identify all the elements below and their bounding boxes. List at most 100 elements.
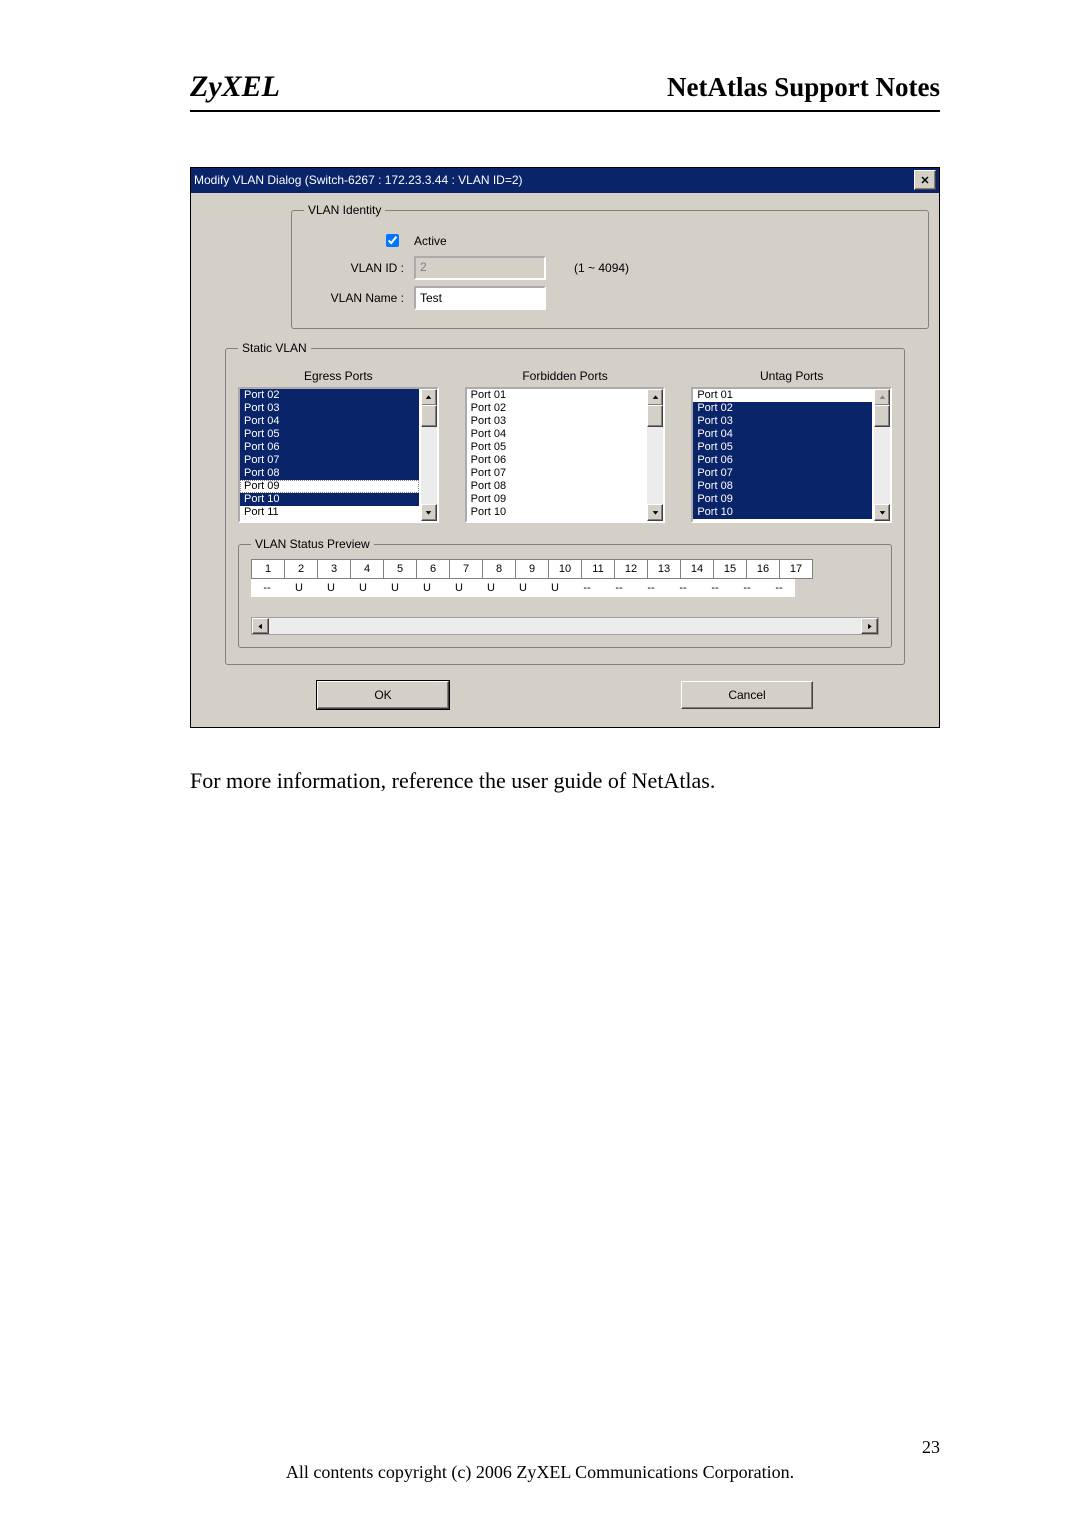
list-item[interactable]: Port 02 xyxy=(693,402,872,415)
scroll-thumb[interactable] xyxy=(421,405,437,427)
preview-port: 7 xyxy=(450,560,483,579)
preview-port: 15 xyxy=(714,560,747,579)
list-item[interactable]: Port 07 xyxy=(467,467,646,480)
untag-listbox[interactable]: Port 01Port 02Port 03Port 04Port 05Port … xyxy=(691,387,892,523)
page-number: 23 xyxy=(922,1437,940,1458)
scroll-right-icon[interactable] xyxy=(861,618,878,634)
list-item[interactable]: Port 05 xyxy=(693,441,872,454)
dialog-titlebar[interactable]: Modify VLAN Dialog (Switch-6267 : 172.23… xyxy=(191,168,939,193)
list-item[interactable]: Port 08 xyxy=(693,480,872,493)
forbidden-header: Forbidden Ports xyxy=(465,369,666,383)
static-vlan-group: Static VLAN Egress Ports Port 02Port 03P… xyxy=(225,341,905,665)
preview-status-cell: -- xyxy=(635,579,667,597)
list-item[interactable]: Port 05 xyxy=(240,428,419,441)
preview-status-cell: U xyxy=(507,579,539,597)
preview-status-cell: U xyxy=(411,579,443,597)
preview-port: 3 xyxy=(318,560,351,579)
preview-status-cell: U xyxy=(283,579,315,597)
scroll-up-icon[interactable] xyxy=(421,389,437,406)
preview-status-cell: -- xyxy=(251,579,283,597)
preview-hscroll[interactable] xyxy=(251,617,879,635)
list-item[interactable]: Port 06 xyxy=(467,454,646,467)
vlan-id-input: 2 xyxy=(414,256,546,280)
preview-status-cell: U xyxy=(539,579,571,597)
preview-status-cell: U xyxy=(475,579,507,597)
vlan-name-label: VLAN Name : xyxy=(304,291,404,305)
list-item[interactable]: Port 07 xyxy=(693,467,872,480)
preview-grid: 1234567891011121314151617 xyxy=(251,559,813,579)
list-item[interactable]: Port 09 xyxy=(467,493,646,506)
list-item[interactable]: Port 04 xyxy=(693,428,872,441)
list-item[interactable]: Port 10 xyxy=(693,506,872,519)
list-item[interactable]: Port 02 xyxy=(467,402,646,415)
untag-scrollbar[interactable] xyxy=(874,389,890,521)
preview-status-cell: U xyxy=(379,579,411,597)
forbidden-scrollbar[interactable] xyxy=(647,389,663,521)
close-button[interactable]: ✕ xyxy=(914,170,936,190)
list-item[interactable]: Port 08 xyxy=(240,467,419,480)
preview-status-cell: -- xyxy=(699,579,731,597)
list-item[interactable]: Port 04 xyxy=(240,415,419,428)
list-item[interactable]: Port 08 xyxy=(467,480,646,493)
list-item[interactable]: Port 03 xyxy=(467,415,646,428)
preview-port: 8 xyxy=(483,560,516,579)
preview-status: --UUUUUUUUU-------------- xyxy=(251,579,795,597)
preview-port: 16 xyxy=(747,560,780,579)
copyright: All contents copyright (c) 2006 ZyXEL Co… xyxy=(0,1462,1080,1483)
forbidden-listbox[interactable]: Port 01Port 02Port 03Port 04Port 05Port … xyxy=(465,387,666,523)
list-item[interactable]: Port 10 xyxy=(467,506,646,519)
list-item[interactable]: Port 06 xyxy=(240,441,419,454)
vlan-identity-group: VLAN Identity Active VLAN ID : 2 (1 ~ 40… xyxy=(291,203,929,329)
preview-port: 11 xyxy=(582,560,615,579)
scroll-down-icon[interactable] xyxy=(874,504,890,521)
vlan-identity-legend: VLAN Identity xyxy=(304,203,385,217)
scroll-up-icon[interactable] xyxy=(874,389,890,406)
static-vlan-legend: Static VLAN xyxy=(238,341,311,355)
scroll-thumb[interactable] xyxy=(647,405,663,427)
list-item[interactable]: Port 11 xyxy=(240,506,419,519)
list-item[interactable]: Port 05 xyxy=(467,441,646,454)
page-title: NetAtlas Support Notes xyxy=(667,72,940,103)
preview-port: 4 xyxy=(351,560,384,579)
caption-text: For more information, reference the user… xyxy=(190,768,940,794)
preview-status-cell: U xyxy=(347,579,379,597)
scroll-thumb[interactable] xyxy=(874,405,890,427)
list-item[interactable]: Port 06 xyxy=(693,454,872,467)
preview-port: 6 xyxy=(417,560,450,579)
egress-scrollbar[interactable] xyxy=(421,389,437,521)
active-label: Active xyxy=(414,234,447,248)
vlan-id-range: (1 ~ 4094) xyxy=(574,261,629,275)
scroll-left-icon[interactable] xyxy=(252,618,269,634)
scroll-track[interactable] xyxy=(269,618,861,634)
list-item[interactable]: Port 03 xyxy=(693,415,872,428)
scroll-up-icon[interactable] xyxy=(647,389,663,406)
preview-port: 5 xyxy=(384,560,417,579)
list-item[interactable]: Port 10 xyxy=(240,493,419,506)
list-item[interactable]: Port 01 xyxy=(693,389,872,402)
list-item[interactable]: Port 04 xyxy=(467,428,646,441)
list-item[interactable]: Port 02 xyxy=(240,389,419,402)
list-item[interactable]: Port 09 xyxy=(693,493,872,506)
list-item[interactable]: Port 09 xyxy=(240,480,419,493)
modify-vlan-dialog: Modify VLAN Dialog (Switch-6267 : 172.23… xyxy=(190,167,940,728)
egress-listbox[interactable]: Port 02Port 03Port 04Port 05Port 06Port … xyxy=(238,387,439,523)
preview-status-cell: -- xyxy=(667,579,699,597)
scroll-down-icon[interactable] xyxy=(421,504,437,521)
preview-port: 9 xyxy=(516,560,549,579)
close-icon: ✕ xyxy=(920,174,929,187)
scroll-down-icon[interactable] xyxy=(647,504,663,521)
ok-button[interactable]: OK xyxy=(317,681,449,709)
cancel-button[interactable]: Cancel xyxy=(681,681,813,709)
active-checkbox[interactable] xyxy=(386,234,399,247)
dialog-title: Modify VLAN Dialog (Switch-6267 : 172.23… xyxy=(194,173,914,187)
preview-port: 17 xyxy=(780,560,813,579)
preview-port: 2 xyxy=(285,560,318,579)
list-item[interactable]: Port 01 xyxy=(467,389,646,402)
preview-port: 1 xyxy=(252,560,285,579)
brand-logo: ZyXEL xyxy=(190,70,280,104)
list-item[interactable]: Port 07 xyxy=(240,454,419,467)
list-item[interactable]: Port 03 xyxy=(240,402,419,415)
preview-port: 10 xyxy=(549,560,582,579)
vlan-name-input[interactable] xyxy=(414,286,546,310)
preview-port: 14 xyxy=(681,560,714,579)
